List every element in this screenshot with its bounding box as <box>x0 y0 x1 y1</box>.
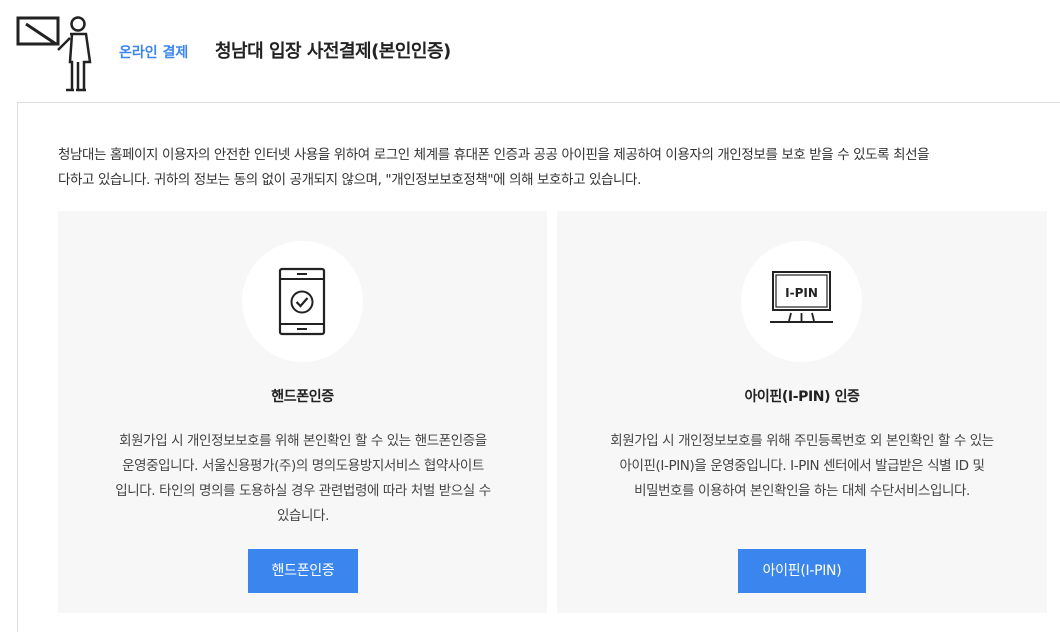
card-description: 회원가입 시 개인정보보호를 위해 주민등록번호 외 본인확인 할 수 있는 아… <box>610 433 994 499</box>
card-title: 핸드폰인증 <box>271 389 334 405</box>
phone-auth-button[interactable]: 핸드폰인증 <box>248 549 358 593</box>
phone-icon-circle <box>242 241 363 362</box>
intro-text: 청남대는 홈페이지 이용자의 안전한 인터넷 사용을 위하여 로그인 체계를 휴… <box>58 147 930 188</box>
page-header: 온라인 결제 청남대 입장 사전결제(본인인증) <box>0 0 1060 100</box>
breadcrumb[interactable]: 온라인 결제 <box>119 43 188 63</box>
page-title: 청남대 입장 사전결제(본인인증) <box>215 41 451 62</box>
ipin-icon-text: I-PIN <box>785 286 818 300</box>
presenter-board-icon <box>16 16 92 92</box>
phone-auth-card: 핸드폰인증 회원가입 시 개인정보보호를 위해 본인확인 할 수 있는 핸드폰인… <box>58 211 547 613</box>
smartphone-check-icon <box>278 267 326 336</box>
card-title: 아이핀(I-PIN) 인증 <box>744 389 860 405</box>
card-description: 회원가입 시 개인정보보호를 위해 본인확인 할 수 있는 핸드폰인증을 운영중… <box>115 433 491 524</box>
ipin-auth-button[interactable]: 아이핀(I-PIN) <box>738 549 866 593</box>
ipin-monitor-icon: I-PIN <box>770 271 833 323</box>
ipin-icon-circle: I-PIN <box>741 241 862 362</box>
ipin-auth-card: I-PIN 아이핀(I-PIN) 인증 회원가입 시 개인정보보호를 위해 주민… <box>557 211 1047 613</box>
